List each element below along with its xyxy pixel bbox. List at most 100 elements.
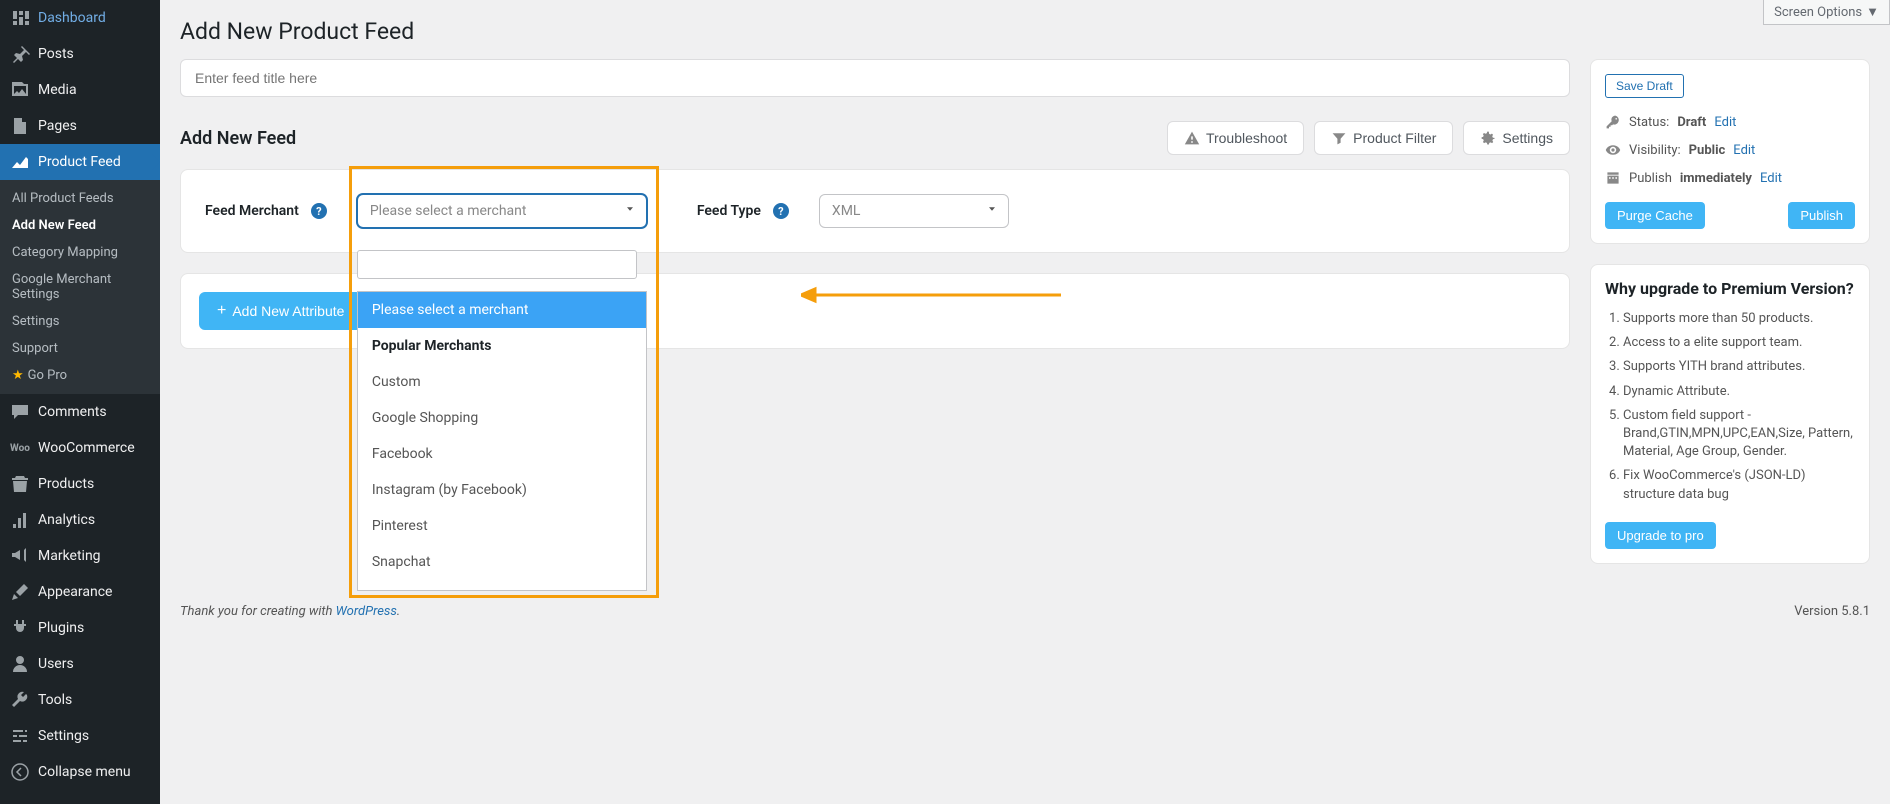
merchant-option[interactable]: Facebook [358, 436, 646, 472]
sidebar-label: WooCommerce [38, 440, 135, 456]
sidebar-item-users[interactable]: Users [0, 646, 160, 682]
merchant-option-list[interactable]: Please select a merchant Popular Merchan… [357, 291, 647, 591]
merchant-option[interactable]: Custom [358, 364, 646, 400]
sidebar-item-plugins[interactable]: Plugins [0, 610, 160, 646]
dashboard-icon [10, 8, 30, 28]
purge-cache-button[interactable]: Purge Cache [1605, 202, 1705, 229]
merchant-select[interactable]: Please select a merchant [357, 194, 647, 228]
sliders-icon [10, 726, 30, 746]
sidebar-item-woocommerce[interactable]: Woo WooCommerce [0, 430, 160, 466]
product-filter-button[interactable]: Product Filter [1314, 121, 1453, 155]
sidebar-label: Comments [38, 404, 107, 420]
upgrade-to-pro-button[interactable]: Upgrade to pro [1605, 522, 1716, 549]
merchant-dropdown: Please select a merchant Popular Merchan… [357, 250, 647, 591]
sidebar-label: Posts [38, 46, 74, 62]
edit-status-link[interactable]: Edit [1714, 115, 1736, 130]
submenu-add-new-feed[interactable]: Add New Feed [0, 212, 160, 239]
submenu-support[interactable]: Support [0, 335, 160, 362]
sidebar-label: Settings [38, 728, 89, 744]
main-content: Screen Options ▼ Add New Product Feed Ad… [160, 0, 1890, 659]
submenu-go-pro[interactable]: ★Go Pro [0, 362, 160, 389]
submenu-category-mapping[interactable]: Category Mapping [0, 239, 160, 266]
sidebar-item-dashboard[interactable]: Dashboard [0, 0, 160, 36]
save-draft-button[interactable]: Save Draft [1605, 74, 1684, 98]
schedule-row: Publish immediately Edit [1605, 164, 1855, 192]
analytics-icon [10, 510, 30, 530]
sidebar-item-posts[interactable]: Posts [0, 36, 160, 72]
sidebar-label: Analytics [38, 512, 95, 528]
panel-title: Add New Feed [180, 128, 296, 149]
pages-icon [10, 116, 30, 136]
merchant-group-header: Popular Merchants [358, 328, 646, 364]
sidebar-label: Dashboard [38, 10, 106, 26]
sidebar-item-products[interactable]: Products [0, 466, 160, 502]
filter-icon [1331, 130, 1347, 146]
sidebar-item-media[interactable]: Media [0, 72, 160, 108]
version-label: Version 5.8.1 [1794, 604, 1870, 619]
settings-button[interactable]: Settings [1463, 121, 1570, 155]
sidebar-item-marketing[interactable]: Marketing [0, 538, 160, 574]
sidebar-label: Collapse menu [38, 764, 131, 780]
submenu-all-feeds[interactable]: All Product Feeds [0, 185, 160, 212]
user-icon [10, 654, 30, 674]
edit-schedule-link[interactable]: Edit [1760, 171, 1782, 186]
edit-visibility-link[interactable]: Edit [1733, 143, 1755, 158]
products-icon [10, 474, 30, 494]
upgrade-box: Why upgrade to Premium Version? Supports… [1590, 264, 1870, 564]
panel-header: Add New Feed Troubleshoot Product Filter… [180, 121, 1570, 155]
sidebar-label: Plugins [38, 620, 84, 636]
list-item: Custom field support - Brand,GTIN,MPN,UP… [1623, 407, 1855, 462]
sidebar-label: Pages [38, 118, 77, 134]
list-item: Dynamic Attribute. [1623, 383, 1855, 401]
publish-button[interactable]: Publish [1788, 202, 1855, 229]
list-item: Supports YITH brand attributes. [1623, 358, 1855, 376]
sidebar-item-comments[interactable]: Comments [0, 394, 160, 430]
upgrade-list: Supports more than 50 products. Access t… [1605, 310, 1855, 504]
sidebar-item-pages[interactable]: Pages [0, 108, 160, 144]
sidebar-item-appearance[interactable]: Appearance [0, 574, 160, 610]
calendar-icon [1605, 170, 1621, 186]
brush-icon [10, 582, 30, 602]
sidebar-label: Media [38, 82, 77, 98]
sidebar-item-analytics[interactable]: Analytics [0, 502, 160, 538]
sidebar-label: Users [38, 656, 74, 672]
feed-merchant-label: Feed Merchant [205, 203, 299, 219]
help-icon[interactable]: ? [773, 203, 789, 219]
sidebar-item-settings[interactable]: Settings [0, 718, 160, 754]
wrench-icon [10, 690, 30, 710]
merchant-option[interactable]: Pinterest [358, 508, 646, 544]
chevron-down-icon [986, 203, 998, 219]
merchant-option[interactable]: Instagram (by Facebook) [358, 472, 646, 508]
submenu-settings[interactable]: Settings [0, 308, 160, 335]
sidebar-label: Tools [38, 692, 72, 708]
screen-options-button[interactable]: Screen Options ▼ [1763, 0, 1890, 25]
chevron-down-icon: ▼ [1866, 4, 1879, 20]
merchant-option-placeholder[interactable]: Please select a merchant [358, 292, 646, 328]
list-item: Fix WooCommerce's (JSON-LD) structure da… [1623, 467, 1855, 503]
merchant-option[interactable]: Bing [358, 580, 646, 591]
plus-icon: + [217, 302, 226, 320]
warning-icon [1184, 130, 1200, 146]
chevron-down-icon [624, 203, 636, 219]
wordpress-link[interactable]: WordPress [336, 604, 397, 619]
woo-icon: Woo [10, 438, 30, 458]
sidebar-item-collapse[interactable]: Collapse menu [0, 754, 160, 790]
troubleshoot-button[interactable]: Troubleshoot [1167, 121, 1304, 155]
sidebar-item-tools[interactable]: Tools [0, 682, 160, 718]
eye-icon [1605, 142, 1621, 158]
pin-icon [10, 44, 30, 64]
submenu-google-merchant[interactable]: Google Merchant Settings [0, 266, 160, 308]
comments-icon [10, 402, 30, 422]
annotation-arrow-icon [801, 285, 1061, 305]
feed-title-input[interactable] [180, 59, 1570, 97]
help-icon[interactable]: ? [311, 203, 327, 219]
feed-type-label: Feed Type [697, 203, 761, 219]
merchant-option[interactable]: Snapchat [358, 544, 646, 580]
merchant-card: Feed Merchant ? Please select a merchant [180, 169, 1570, 253]
merchant-search-input[interactable] [357, 250, 637, 279]
media-icon [10, 80, 30, 100]
sidebar-item-product-feed[interactable]: Product Feed [0, 144, 160, 180]
feed-type-select[interactable]: XML [819, 194, 1009, 228]
add-new-attribute-button[interactable]: + Add New Attribute [199, 292, 362, 330]
merchant-option[interactable]: Google Shopping [358, 400, 646, 436]
